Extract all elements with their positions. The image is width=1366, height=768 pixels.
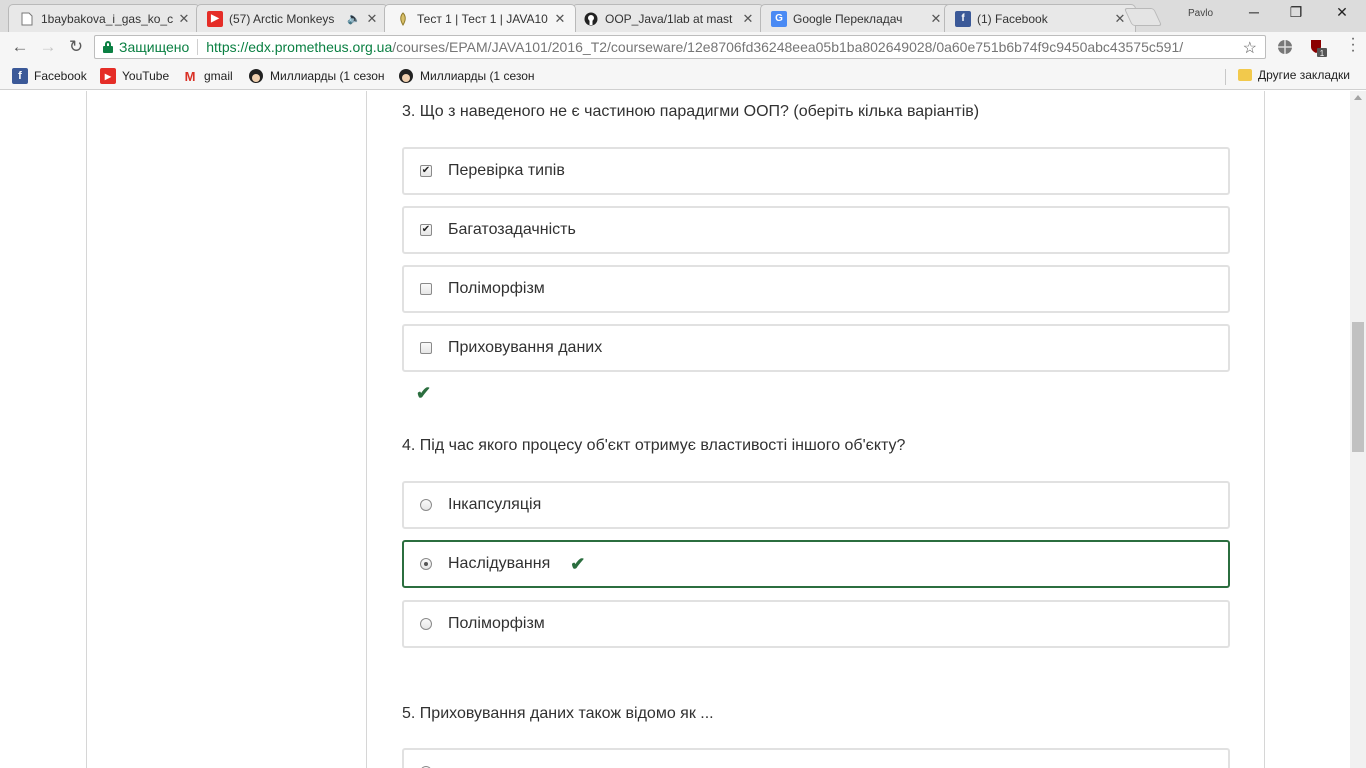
bookmark-star-icon[interactable]: ☆: [1243, 38, 1257, 58]
facebook-icon: f: [12, 68, 28, 84]
document-icon: [19, 11, 35, 27]
bookmark-gmail[interactable]: M gmail: [182, 68, 233, 84]
option-label: Приховування даних: [448, 339, 603, 356]
bookmark-youtube[interactable]: ▶ YouTube: [100, 68, 169, 84]
tab-translate[interactable]: G Google Перекладач ✕: [760, 4, 952, 32]
tab-document[interactable]: 1baybakova_i_gas_ko_c ✕: [8, 4, 200, 32]
checkbox-unchecked[interactable]: [420, 283, 432, 295]
q4-option-encapsulation[interactable]: Інкапсуляція: [402, 481, 1230, 529]
speaker-icon[interactable]: 🔈: [347, 12, 361, 25]
question-4-text: 4. Під час якого процесу об'єкт отримує …: [402, 437, 906, 454]
checkbox-checked[interactable]: ✔: [420, 224, 432, 236]
bookmark-label: Миллиарды (1 сезон: [270, 69, 385, 83]
restore-icon[interactable]: ❐: [1286, 4, 1306, 21]
youtube-icon: ▶: [207, 10, 223, 27]
close-icon[interactable]: ✕: [365, 11, 379, 27]
avatar-icon: [398, 68, 414, 84]
tab-strip: 1baybakova_i_gas_ko_c ✕ ▶ (57) Arctic Mo…: [0, 0, 1366, 32]
close-icon[interactable]: ✕: [177, 11, 191, 27]
tab-title: OOP_Java/1lab at mast: [605, 11, 733, 26]
option-label: Багатозадачність: [448, 221, 576, 238]
bookmark-billions-1[interactable]: Миллиарды (1 сезон: [248, 68, 388, 84]
close-icon[interactable]: ✕: [1113, 11, 1127, 27]
content-column-divider: [366, 91, 367, 768]
q4-option-polymorphism[interactable]: Поліморфізм: [402, 600, 1230, 648]
question-3-text: 3. Що з наведеного не є частиною парадиг…: [402, 103, 980, 120]
option-label: Наслідування: [448, 555, 551, 572]
q5-option-partial[interactable]: [402, 748, 1230, 768]
browser-toolbar: ← → ↻ Защищено https://edx.prometheus.or…: [0, 32, 1366, 62]
reload-icon[interactable]: ↻: [66, 37, 86, 57]
option-label: Поліморфізм: [448, 280, 545, 297]
menu-icon[interactable]: · · ·: [1348, 31, 1358, 59]
question-5-text: 5. Приховування даних також відомо як ..…: [402, 705, 714, 722]
bookmarks-bar: f Facebook ▶ YouTube M gmail Миллиарды (…: [0, 62, 1366, 90]
tab-youtube[interactable]: ▶ (57) Arctic Monkeys 🔈 ✕: [196, 4, 388, 32]
secure-label: Защищено: [119, 39, 190, 55]
option-label: Перевірка типів: [448, 162, 565, 179]
window-close-icon[interactable]: ✕: [1332, 4, 1352, 21]
bookmark-label: gmail: [204, 69, 233, 83]
right-column-divider: [1264, 91, 1265, 768]
tab-facebook[interactable]: f (1) Facebook ✕: [944, 4, 1136, 32]
option-label: Поліморфізм: [448, 615, 545, 632]
forward-icon[interactable]: →: [38, 37, 58, 57]
tab-title: 1baybakova_i_gas_ko_c: [41, 11, 173, 26]
extension-shield-icon[interactable]: 1: [1308, 38, 1327, 58]
google-translate-icon: G: [771, 10, 787, 27]
scroll-up-arrow-icon[interactable]: [1354, 95, 1362, 100]
other-bookmarks[interactable]: Другие закладки: [1238, 68, 1350, 82]
tab-title: Тест 1 | Тест 1 | JAVA10: [417, 11, 548, 26]
url-host: https://edx.prometheus.org.ua: [206, 39, 393, 55]
bookmark-label: Миллиарды (1 сезон: [420, 69, 535, 83]
tab-title: (1) Facebook: [977, 11, 1048, 26]
back-icon[interactable]: ←: [10, 37, 30, 57]
bookmark-billions-2[interactable]: Миллиарды (1 сезон: [398, 68, 538, 84]
page-scrollbar[interactable]: [1350, 91, 1366, 768]
radio-unselected[interactable]: [420, 618, 432, 630]
correct-check-icon: ✔: [416, 383, 432, 403]
prometheus-icon: [395, 11, 411, 27]
left-column-divider: [86, 91, 87, 768]
omnibox-divider: [197, 39, 199, 55]
page-viewport: 3. Що з наведеного не є частиною парадиг…: [0, 91, 1350, 768]
q3-option-data-hiding[interactable]: Приховування даних: [402, 324, 1230, 372]
bookmark-label: YouTube: [122, 69, 170, 83]
correct-check-icon: ✔: [570, 553, 586, 574]
bookmarks-divider: [1225, 69, 1226, 85]
tab-title: Google Перекладач: [793, 11, 903, 26]
extension-badge: 1: [1320, 49, 1325, 58]
profile-name[interactable]: Pavlo: [1188, 8, 1213, 19]
tab-title: (57) Arctic Monkeys: [229, 11, 335, 26]
q4-option-inheritance[interactable]: Наслідування ✔: [402, 540, 1230, 588]
tab-quiz[interactable]: Тест 1 | Тест 1 | JAVA10 ✕: [384, 4, 576, 32]
bookmark-label: Facebook: [34, 69, 87, 83]
option-label: Інкапсуляція: [448, 496, 542, 513]
checkbox-checked[interactable]: ✔: [420, 165, 432, 177]
github-icon: [583, 11, 599, 27]
address-bar[interactable]: Защищено https://edx.prometheus.org.ua /…: [94, 35, 1266, 59]
minimize-icon[interactable]: ─: [1244, 4, 1264, 20]
checkbox-unchecked[interactable]: [420, 342, 432, 354]
url-path: /courses/EPAM/JAVA101/2016_T2/courseware…: [392, 39, 1184, 55]
radio-unselected[interactable]: [420, 499, 432, 511]
q3-option-polymorphism[interactable]: Поліморфізм: [402, 265, 1230, 313]
q3-option-type-checking[interactable]: ✔ Перевірка типів: [402, 147, 1230, 195]
youtube-icon: ▶: [100, 68, 116, 84]
close-icon[interactable]: ✕: [929, 11, 943, 27]
other-bookmarks-label: Другие закладки: [1258, 68, 1350, 82]
bookmark-facebook[interactable]: f Facebook: [12, 68, 87, 84]
folder-icon: [1238, 69, 1252, 81]
radio-selected[interactable]: [420, 558, 432, 570]
q3-option-multitasking[interactable]: ✔ Багатозадачність: [402, 206, 1230, 254]
scrollbar-thumb[interactable]: [1352, 322, 1364, 452]
facebook-icon: f: [955, 10, 971, 27]
lock-icon: [103, 41, 113, 53]
tab-github[interactable]: OOP_Java/1lab at mast ✕: [572, 4, 764, 32]
avatar-icon: [248, 68, 264, 84]
close-icon[interactable]: ✕: [741, 11, 755, 27]
extension-globe-icon[interactable]: [1276, 38, 1294, 56]
close-icon[interactable]: ✕: [553, 11, 567, 27]
gmail-icon: M: [184, 68, 196, 84]
